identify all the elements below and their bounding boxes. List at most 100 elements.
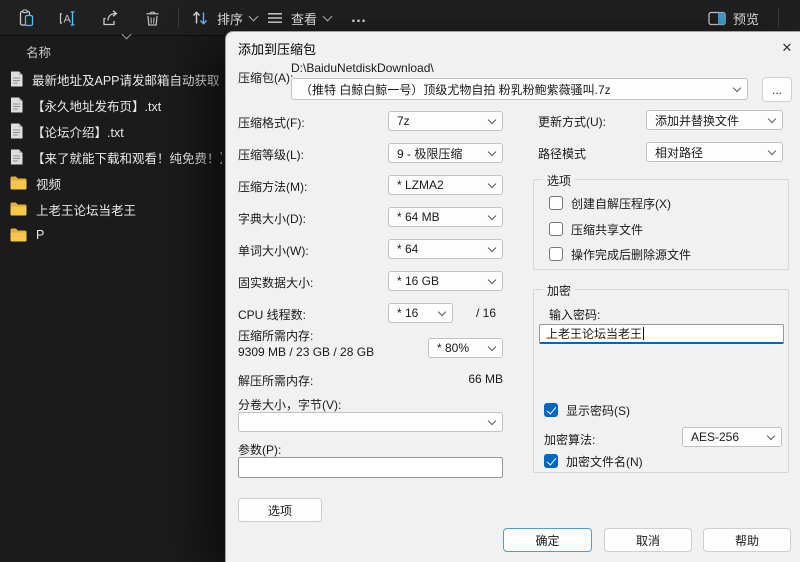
solid-block-value: * 16 GB	[397, 274, 440, 288]
folder-icon	[10, 202, 27, 216]
split-size-label: 分卷大小，字节(V):	[238, 398, 342, 412]
clipboard-paste-icon	[19, 8, 33, 26]
password-input[interactable]: 上老王论坛当老王	[539, 324, 784, 344]
format-select[interactable]: 7z	[388, 111, 503, 131]
method-value: * LZMA2	[397, 178, 444, 192]
solid-block-select[interactable]: * 16 GB	[388, 271, 503, 291]
chevron-down-icon	[487, 342, 497, 351]
algorithm-value: AES-256	[691, 430, 740, 444]
delete-button[interactable]	[136, 3, 168, 33]
algorithm-label: 加密算法:	[544, 433, 596, 447]
close-icon[interactable]: ✕	[774, 36, 800, 59]
view-button[interactable]: 查看	[262, 3, 335, 33]
chevron-down-icon	[767, 114, 777, 123]
encrypt-names-label: 加密文件名(N)	[566, 454, 643, 469]
path-mode-value: 相对路径	[655, 145, 704, 160]
algorithm-select[interactable]: AES-256	[682, 427, 782, 447]
memory-decompress-value: 66 MB	[468, 372, 503, 386]
list-item[interactable]: 上老王论坛当老王	[10, 196, 222, 222]
method-select[interactable]: * LZMA2	[388, 175, 503, 195]
split-size-combo[interactable]	[238, 412, 503, 432]
chevron-down-icon	[487, 416, 497, 425]
show-password-checkbox[interactable]: 显示密码(S)	[544, 402, 630, 418]
delete-after-checkbox[interactable]: 操作完成后删除源文件	[549, 246, 691, 262]
checkbox-unchecked-icon	[549, 196, 563, 210]
list-item[interactable]: 【永久地址发布页】.txt	[10, 92, 222, 118]
help-button[interactable]: 帮助	[703, 528, 791, 552]
update-mode-label: 更新方式(U):	[538, 115, 606, 129]
ok-button[interactable]: 确定	[503, 528, 592, 552]
svg-text:A: A	[63, 13, 71, 25]
list-item[interactable]: 最新地址及APP请发邮箱自动获取！！！	[10, 66, 222, 92]
cpu-threads-label: CPU 线程数:	[238, 308, 307, 322]
toolbar-divider	[178, 8, 179, 28]
chevron-down-icon	[487, 211, 497, 220]
preview-toggle-button[interactable]: 预览	[704, 3, 763, 33]
file-name: 最新地址及APP请发邮箱自动获取！！！	[32, 73, 222, 88]
chevron-down-icon	[487, 147, 497, 156]
list-item[interactable]: 【来了就能下载和观看！纯免费！】.txt	[10, 144, 222, 170]
chevron-down-icon	[487, 179, 497, 188]
options-button[interactable]: 选项	[238, 498, 322, 522]
add-to-archive-dialog: 添加到压缩包 ✕ 压缩包(A): D:\BaiduNetdiskDownload…	[225, 31, 800, 562]
browse-button[interactable]: ...	[762, 77, 792, 102]
path-mode-select[interactable]: 相对路径	[646, 142, 783, 162]
chevron-down-icon	[437, 307, 447, 316]
checkbox-unchecked-icon	[549, 247, 563, 261]
create-sfx-checkbox[interactable]: 创建自解压程序(X)	[549, 195, 671, 211]
encrypt-names-checkbox[interactable]: 加密文件名(N)	[544, 453, 643, 469]
password-value: 上老王论坛当老王	[546, 327, 643, 341]
word-size-label: 单词大小(W):	[238, 244, 309, 258]
update-mode-select[interactable]: 添加并替换文件	[646, 110, 783, 130]
archive-name-value: （推特 白鲸白鲸一号）顶级尤物自拍 粉乳粉鲍紫薇骚叫.7z	[300, 82, 611, 97]
show-password-label: 显示密码(S)	[566, 403, 630, 418]
view-list-icon	[268, 13, 282, 23]
memory-percent-select[interactable]: * 80%	[428, 338, 503, 358]
parameters-label: 参数(P):	[238, 443, 282, 457]
toolbar-divider	[778, 8, 779, 28]
column-header-name[interactable]: 名称	[26, 42, 51, 61]
chevron-down-icon	[487, 275, 497, 284]
parameters-input[interactable]	[238, 457, 503, 478]
more-options-button[interactable]: …	[344, 3, 374, 33]
file-name: 【永久地址发布页】.txt	[32, 99, 162, 114]
share-button[interactable]	[94, 3, 126, 33]
file-icon	[10, 71, 23, 87]
level-value: 9 - 极限压缩	[397, 146, 463, 161]
file-icon	[10, 123, 23, 139]
dictionary-value: * 64 MB	[397, 210, 440, 224]
rename-button[interactable]: A	[52, 3, 84, 33]
archive-name-combo[interactable]: （推特 白鲸白鲸一号）顶级尤物自拍 粉乳粉鲍紫薇骚叫.7z	[291, 78, 748, 100]
list-item[interactable]: 视频	[10, 170, 222, 196]
word-size-value: * 64	[397, 242, 419, 256]
format-value: 7z	[397, 114, 410, 128]
file-icon	[10, 149, 23, 165]
create-sfx-label: 创建自解压程序(X)	[571, 196, 671, 211]
compress-shared-checkbox[interactable]: 压缩共享文件	[549, 221, 643, 237]
share-icon	[102, 9, 117, 25]
encryption-group-title: 加密	[543, 282, 576, 299]
preview-label: 预览	[733, 11, 760, 27]
folder-icon	[10, 228, 27, 242]
options-group-title: 选项	[543, 172, 576, 189]
ellipsis-icon: …	[350, 9, 368, 26]
word-size-select[interactable]: * 64	[388, 239, 503, 259]
chevron-down-icon	[766, 431, 776, 440]
list-item[interactable]: 【论坛介绍】.txt	[10, 118, 222, 144]
trash-icon	[146, 10, 158, 26]
view-label: 查看	[291, 11, 318, 27]
checkbox-checked-icon	[544, 403, 558, 417]
sort-button[interactable]: 排序	[186, 3, 261, 33]
cpu-threads-select[interactable]: * 16	[388, 303, 453, 323]
level-select[interactable]: 9 - 极限压缩	[388, 143, 503, 163]
file-name: 【论坛介绍】.txt	[32, 125, 124, 140]
cancel-button[interactable]: 取消	[604, 528, 692, 552]
chevron-down-icon	[248, 11, 259, 21]
paste-button[interactable]	[10, 3, 42, 33]
list-item[interactable]: P	[10, 222, 222, 248]
chevron-down-icon	[487, 115, 497, 124]
dictionary-select[interactable]: * 64 MB	[388, 207, 503, 227]
memory-compress-label: 压缩所需内存:	[238, 329, 314, 343]
rename-icon: A	[59, 10, 74, 26]
checkbox-unchecked-icon	[549, 222, 563, 236]
